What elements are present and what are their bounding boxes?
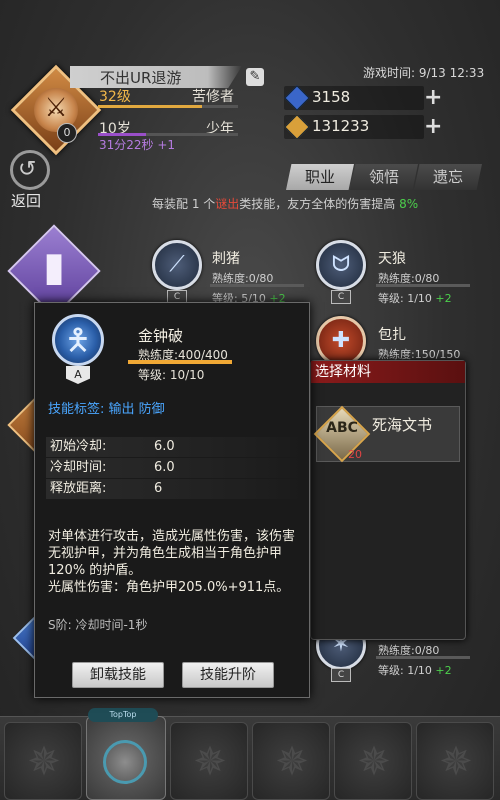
pencil-icon: ✎ — [249, 69, 261, 84]
topup-badge: TopTop — [88, 708, 158, 722]
upgrade-skill-button[interactable]: 技能升阶 — [182, 662, 274, 688]
skill-upgrade-info: S阶: 冷却时间-1秒 — [48, 618, 148, 632]
stat-label: 初始冷却: — [50, 439, 107, 454]
gold-gem-value: 131233 — [312, 117, 370, 135]
bonus-value: 8% — [399, 197, 419, 211]
equip-slot-empty[interactable]: ✵ — [4, 722, 82, 800]
equip-bonus-text: 每装配 1 个谜出类技能，友方全体的伤害提高 8% — [152, 195, 418, 212]
stat-row: 初始冷却: 6.0 — [46, 437, 304, 457]
blue-gem-value: 3158 — [312, 88, 351, 106]
stat-label: 冷却时间: — [50, 460, 107, 475]
bandage-icon[interactable]: ✚ — [316, 316, 366, 366]
skill-name: 天狼 — [378, 251, 406, 267]
material-panel — [310, 360, 466, 640]
player-title: 苦修者 — [192, 89, 234, 105]
xp-bar-fill — [98, 105, 202, 108]
back-arrow-icon: ↺ — [18, 157, 37, 182]
skill-level: 等级: 1/10 +2 — [378, 662, 452, 678]
tab-comprehend[interactable]: 领悟 — [350, 164, 418, 190]
skill-level: 等级: 1/10 +2 — [378, 290, 452, 306]
player-level: 32级 — [99, 89, 131, 105]
bonus-prefix: 每装配 1 个 — [152, 197, 216, 211]
material-panel-header: 选择材料 — [311, 361, 465, 383]
skill-proficiency-bar — [210, 284, 304, 287]
player-name: 不出UR退游 — [100, 69, 182, 87]
equip-slot-empty[interactable]: ✵ — [416, 722, 494, 800]
stat-value: 6.0 — [154, 439, 175, 454]
claw-icon[interactable]: ⟋ — [152, 240, 202, 290]
add-gold-gem-button[interactable]: + — [424, 116, 442, 138]
skill-name: 包扎 — [378, 327, 406, 343]
wolf-fang-icon[interactable]: ᗢ — [316, 240, 366, 290]
skill-description: 对单体进行攻击，造成光属性伤害，该伤害无视护甲，并为角色生成相当于角色护甲 12… — [48, 529, 296, 595]
skill-level-plus: +2 — [435, 664, 452, 677]
skill-proficiency-bar-fill — [128, 360, 232, 364]
stat-value: 6.0 — [154, 460, 175, 475]
skill-proficiency-bar — [376, 656, 470, 659]
age-timer: 31分22秒 +1 — [99, 138, 176, 152]
avatar-level-badge: 0 — [57, 123, 77, 143]
equipped-gem-icon — [103, 740, 147, 784]
back-label[interactable]: 返回 — [11, 190, 41, 211]
skill-name: 金钟破 — [138, 327, 184, 345]
stat-row: 释放距离: 6 — [46, 479, 304, 499]
add-blue-gem-button[interactable]: + — [424, 87, 442, 109]
skill-grade-badge: C — [331, 668, 351, 682]
compass-emblem-icon: ✵ — [27, 739, 61, 785]
skill-grade-badge: C — [331, 290, 351, 304]
skill-level-plus: +2 — [435, 292, 452, 305]
monk-figure-icon: 🯅 — [64, 323, 92, 358]
equip-slot-empty[interactable]: ✵ — [170, 722, 248, 800]
gem-shard-icon: ▮ — [42, 244, 65, 290]
skill-proficiency-bar — [376, 284, 470, 287]
tab-profession[interactable]: 职业 — [286, 164, 354, 190]
skill-name: 刺猪 — [212, 251, 240, 267]
bonus-suffix: 类技能，友方全体的伤害提高 — [239, 197, 396, 211]
stat-value: 6 — [154, 481, 163, 496]
compass-emblem-icon: ✵ — [439, 739, 473, 785]
skill-tags: 技能标签: 输出 防御 — [48, 402, 165, 417]
compass-emblem-icon: ✵ — [193, 739, 227, 785]
scroll-glyph: ABC — [326, 420, 358, 436]
material-count: 20 — [348, 448, 362, 461]
tab-forget[interactable]: 遗忘 — [414, 164, 482, 190]
material-name: 死海文书 — [372, 416, 433, 434]
unequip-skill-button[interactable]: 卸载技能 — [72, 662, 164, 688]
skill-level-value: 等级: 1/10 — [378, 292, 432, 305]
stat-label: 释放距离: — [50, 481, 107, 496]
compass-emblem-icon: ✵ — [275, 739, 309, 785]
game-time: 游戏时间: 9/13 12:33 — [363, 66, 485, 80]
equip-slot-empty[interactable]: ✵ — [252, 722, 330, 800]
warrior-emblem-icon: ⚔ — [44, 93, 68, 123]
edit-name-button[interactable]: ✎ — [246, 68, 264, 86]
skill-level-value: 等级: 1/10 — [378, 664, 432, 677]
stat-row: 冷却时间: 6.0 — [46, 458, 304, 478]
bonus-category: 谜出 — [215, 197, 240, 211]
compass-emblem-icon: ✵ — [357, 739, 391, 785]
skill-level: 等级: 10/10 — [138, 368, 205, 382]
equip-slot-empty[interactable]: ✵ — [334, 722, 412, 800]
